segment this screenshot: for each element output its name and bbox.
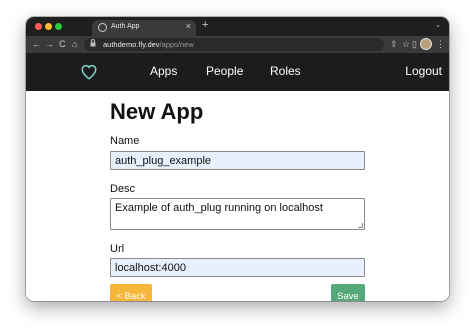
kebab-menu-icon[interactable]: ⋮	[436, 38, 445, 50]
browser-tab[interactable]: Auth App ×	[92, 20, 196, 36]
share-icon[interactable]: ⇪	[390, 38, 398, 50]
address-bar[interactable]: authdemo.fly.dev/apps/new	[84, 38, 384, 51]
browser-toolbar: ← → C ⌂ authdemo.fly.dev/apps/new ⇪ ☆ ▯ …	[26, 36, 449, 53]
save-button[interactable]: Save	[331, 284, 365, 301]
nav-apps-link[interactable]: Apps	[150, 64, 177, 78]
bookmark-star-icon[interactable]: ☆	[402, 38, 410, 50]
new-tab-icon[interactable]: +	[202, 19, 208, 31]
minimize-window-button[interactable]	[45, 23, 52, 30]
profile-avatar[interactable]	[420, 38, 432, 50]
back-arrow-icon[interactable]: ←	[32, 38, 41, 50]
side-panel-icon[interactable]: ▯	[412, 38, 417, 50]
maximize-window-button[interactable]	[55, 23, 62, 30]
name-input[interactable]: auth_plug_example	[110, 151, 365, 170]
url-label: Url	[110, 243, 125, 255]
resize-handle-icon[interactable]	[358, 223, 363, 228]
nav-roles-link[interactable]: Roles	[270, 64, 301, 78]
name-label: Name	[110, 135, 140, 147]
nav-people-link[interactable]: People	[206, 64, 243, 78]
url-host: authdemo.fly.dev	[103, 40, 160, 49]
page-title: New App	[110, 99, 204, 124]
tab-close-icon[interactable]: ×	[186, 21, 191, 31]
url-path: /apps/new	[159, 40, 194, 49]
url-input[interactable]: localhost:4000	[110, 258, 365, 277]
tab-strip: Auth App × + ⌄	[26, 17, 449, 36]
globe-icon	[98, 23, 107, 32]
reload-icon[interactable]: C	[59, 38, 66, 50]
logout-link[interactable]: Logout	[405, 64, 442, 78]
app-navbar: Apps People Roles Logout	[26, 53, 449, 91]
url-text: authdemo.fly.dev/apps/new	[103, 40, 194, 49]
heart-logo-icon[interactable]	[80, 63, 98, 81]
main-content: New App Name auth_plug_example Desc Exam…	[26, 91, 449, 301]
home-icon[interactable]: ⌂	[72, 38, 77, 50]
tab-title: Auth App	[111, 23, 140, 30]
forward-arrow-icon[interactable]: →	[45, 38, 54, 50]
desc-text: Example of auth_plug running on localhos…	[115, 202, 323, 214]
back-button[interactable]: < Back	[110, 284, 152, 301]
browser-window: Auth App × + ⌄ ← → C ⌂ authdemo.fly.dev/…	[26, 17, 449, 301]
desc-textarea[interactable]: Example of auth_plug running on localhos…	[110, 198, 365, 230]
lock-icon	[90, 39, 96, 49]
tab-search-icon[interactable]: ⌄	[435, 21, 441, 29]
close-window-button[interactable]	[35, 23, 42, 30]
desc-label: Desc	[110, 183, 136, 195]
